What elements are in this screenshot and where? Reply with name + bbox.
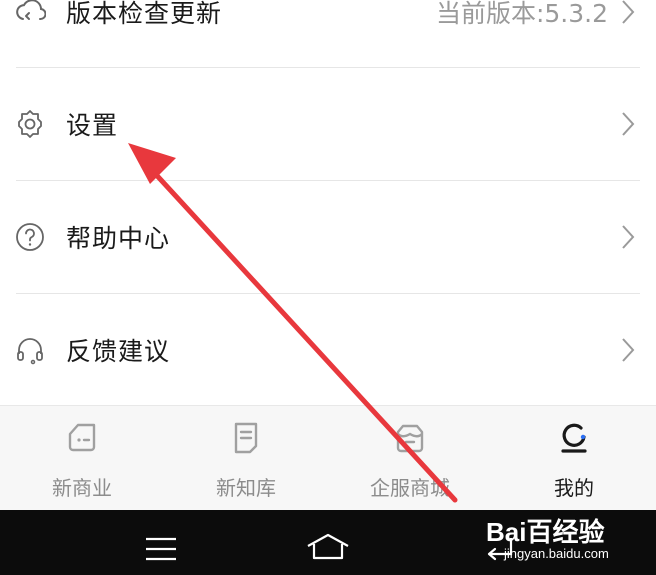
cloud-refresh-icon <box>16 0 46 20</box>
tab-label: 企服商城 <box>370 476 450 500</box>
tab-label: 新知库 <box>216 476 276 500</box>
profile-icon <box>561 423 587 453</box>
tab-knowledge-base[interactable]: 新知库 <box>164 406 328 511</box>
chevron-right-icon <box>622 224 635 249</box>
home-icon[interactable] <box>305 532 351 562</box>
tab-new-business[interactable]: 新商业 <box>0 406 164 511</box>
gear-icon <box>18 109 42 138</box>
tab-label: 新商业 <box>52 476 112 500</box>
menu-item-label: 帮助中心 <box>66 223 171 253</box>
watermark-url: jingyan.baidu.com <box>504 546 609 561</box>
menu-item-label: 反馈建议 <box>66 336 171 366</box>
tab-mine[interactable]: 我的 <box>492 406 656 511</box>
version-value: 当前版本:5.3.2 <box>435 0 608 28</box>
chevron-right-icon <box>622 0 635 24</box>
watermark-brand: Bai百经验 <box>486 517 605 547</box>
baidu-jingyan-watermark: Bai百经验 jingyan.baidu.com <box>486 512 656 575</box>
tab-label: 我的 <box>554 476 594 500</box>
bottom-tab-bar: 新商业 新知库 企服商城 我的 <box>0 405 656 511</box>
menu-item-settings[interactable]: 设置 <box>0 67 656 180</box>
document-icon <box>234 422 258 454</box>
help-circle-icon <box>16 222 44 251</box>
menu-item-version-check[interactable]: 版本检查更新 当前版本:5.3.2 <box>0 0 656 68</box>
menu-item-help-center[interactable]: 帮助中心 <box>0 180 656 293</box>
shop-icon <box>396 424 424 453</box>
tab-enterprise-mall[interactable]: 企服商城 <box>328 406 492 511</box>
chevron-right-icon <box>622 111 635 136</box>
menu-item-label: 设置 <box>66 110 119 140</box>
business-icon <box>68 423 96 452</box>
chevron-right-icon <box>622 337 635 362</box>
headset-icon <box>17 337 43 364</box>
menu-icon[interactable] <box>144 536 178 562</box>
menu-item-label: 版本检查更新 <box>66 0 223 28</box>
menu-item-feedback[interactable]: 反馈建议 <box>0 293 656 406</box>
